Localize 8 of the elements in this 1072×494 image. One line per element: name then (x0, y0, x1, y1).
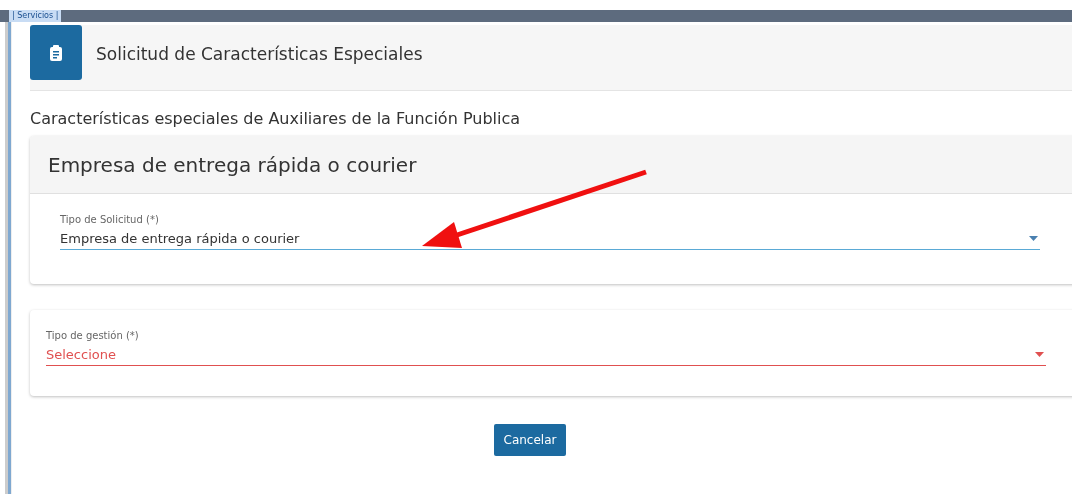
caret-icon (1029, 236, 1038, 241)
card-title: Empresa de entrega rápida o courier (48, 152, 417, 177)
section-title: Características especiales de Auxiliares de la Función Publica (30, 109, 522, 128)
caret-icon (1035, 352, 1044, 357)
cancel-button[interactable]: Cancelar (493, 424, 567, 456)
select-field[interactable]: Tipo de gestión (*) Seleccione (46, 330, 1046, 366)
page-title: Solicitud de Características Especiales (96, 43, 423, 64)
services-tab[interactable]: | Servicios | (9, 10, 62, 22)
